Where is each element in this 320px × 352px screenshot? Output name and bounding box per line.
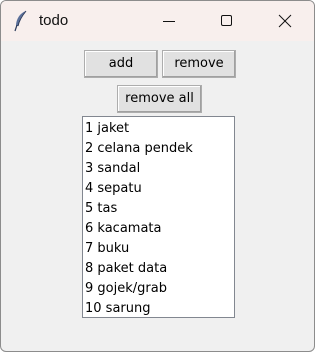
minimize-icon (163, 21, 175, 22)
list-item[interactable]: 10 sarung (83, 299, 234, 317)
minimize-button[interactable] (140, 1, 198, 41)
list-item[interactable]: 7 buku (83, 239, 234, 259)
list-item[interactable]: 5 tas (83, 199, 234, 219)
close-button[interactable] (256, 1, 314, 41)
remove-button[interactable]: remove (162, 50, 236, 78)
list-item[interactable]: 3 sandal (83, 159, 234, 179)
list-item[interactable]: 6 kacamata (83, 219, 234, 239)
close-icon (278, 14, 292, 28)
title-bar[interactable]: todo (1, 1, 314, 41)
list-item[interactable]: 8 paket data (83, 259, 234, 279)
list-item[interactable]: 9 gojek/grab (83, 279, 234, 299)
maximize-icon (221, 15, 232, 26)
remove-all-button[interactable]: remove all (117, 85, 202, 113)
list-item[interactable]: 4 sepatu (83, 179, 234, 199)
list-item[interactable]: 1 jaket (83, 119, 234, 139)
todo-listbox[interactable]: 1 jaket 2 celana pendek 3 sandal 4 sepat… (82, 116, 235, 318)
add-button[interactable]: add (84, 50, 158, 78)
list-item[interactable]: 2 celana pendek (83, 139, 234, 159)
app-window: todo add remove remove all 1 jaket 2 cel… (0, 0, 315, 352)
maximize-button[interactable] (198, 1, 256, 41)
feather-icon (13, 10, 29, 32)
window-title: todo (39, 12, 69, 29)
